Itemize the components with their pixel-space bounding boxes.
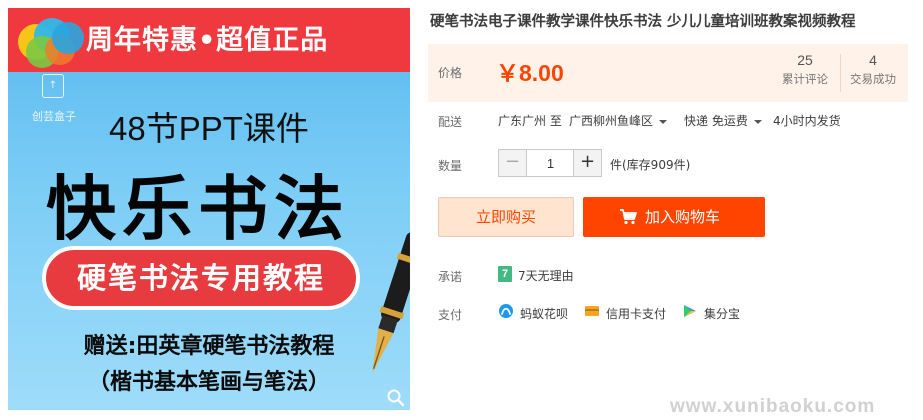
- price-box: 价格 ￥8.00 25 累计评论 4 交易成功: [428, 44, 908, 102]
- credit-card-icon: [585, 306, 599, 316]
- price-value: ￥8.00: [496, 60, 564, 86]
- chevron-down-icon: [659, 119, 668, 124]
- ship-to-text: 广西柳州鱼峰区: [569, 114, 654, 128]
- dispatch-time: 4小时内发货: [773, 114, 841, 128]
- quantity-stepper: − +: [498, 149, 602, 177]
- promise-label: 承诺: [438, 270, 463, 284]
- seven-day-badge-icon: 7: [498, 266, 512, 282]
- ship-from: 广东广州 至: [498, 114, 562, 128]
- magnifier-icon[interactable]: [386, 388, 406, 408]
- gift-line-1: 赠送:田英章硬笔书法教程: [83, 334, 335, 359]
- promise-text[interactable]: 7天无理由: [518, 267, 574, 284]
- product-image[interactable]: 周年特惠•超值正品 ↑ 创芸盒子 48节PPT课件 快乐书法 硬笔书法专用教程 …: [8, 8, 410, 410]
- course-count-text: 48节PPT课件: [109, 110, 309, 147]
- deals-label: 交易成功: [850, 72, 896, 86]
- payment-method-credit-card[interactable]: 信用卡支付: [606, 305, 666, 322]
- add-to-cart-label: 加入购物车: [645, 208, 721, 226]
- quantity-input[interactable]: [528, 150, 573, 176]
- huabei-icon: [499, 304, 513, 318]
- deals-stat: 4 交易成功: [840, 52, 906, 87]
- quantity-plus-button[interactable]: +: [573, 150, 601, 176]
- brand-logo-icon: [18, 18, 84, 68]
- quantity-label: 数量: [438, 159, 463, 173]
- quantity-minus-button[interactable]: −: [499, 150, 527, 176]
- reviews-label: 累计评论: [782, 72, 828, 86]
- ship-method-text: 快递 免运费: [684, 114, 748, 128]
- fountain-pen-icon: [372, 232, 410, 373]
- chevron-down-icon: [753, 119, 762, 124]
- ship-to-select[interactable]: 广西柳州鱼峰区: [569, 112, 668, 129]
- buy-now-button[interactable]: 立即购买: [438, 197, 574, 237]
- reviews-stat[interactable]: 25 累计评论: [772, 52, 838, 87]
- gift-line-2: （楷书基本笔画与笔法）: [87, 370, 330, 395]
- add-to-cart-button[interactable]: 加入购物车: [583, 197, 765, 237]
- image-big-title: 快乐书法: [46, 167, 350, 250]
- ribbon-text: 硬笔书法专用教程: [76, 261, 325, 295]
- payment-method-jifenbao[interactable]: 集分宝: [704, 305, 740, 322]
- product-title: 硬笔书法电子课件教学课件快乐书法 少儿儿童培训班教案视频教程: [430, 14, 856, 30]
- ship-method-select[interactable]: 快递 免运费: [684, 112, 762, 129]
- watermark-text: www.xunibaoku.com: [670, 396, 876, 417]
- stock-text: 件(库存909件): [610, 158, 691, 172]
- banner-text: 周年特惠•超值正品: [86, 25, 329, 56]
- jifenbao-icon: [684, 305, 696, 317]
- payment-label: 支付: [438, 308, 463, 322]
- deals-count: 4: [869, 52, 877, 68]
- shipping-label: 配送: [438, 115, 463, 129]
- payment-method-huabei[interactable]: 蚂蚁花呗: [520, 305, 568, 322]
- logo-mark: ↑: [42, 74, 64, 98]
- reviews-count: 25: [797, 52, 813, 68]
- price-label: 价格: [438, 66, 463, 80]
- cart-icon: [620, 209, 637, 225]
- ribbon: 硬笔书法专用教程: [42, 246, 360, 310]
